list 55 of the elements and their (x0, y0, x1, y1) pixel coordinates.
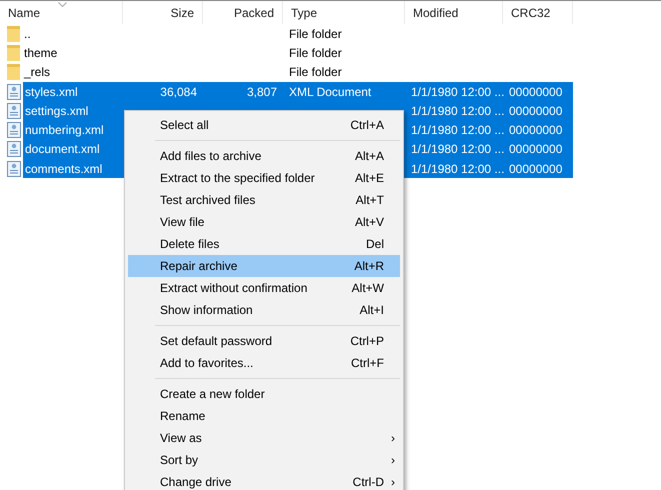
table-cell: 00000000 (509, 123, 562, 138)
folder-icon (7, 26, 20, 42)
table-cell: File folder (289, 46, 342, 60)
file-name[interactable]: .. (22, 24, 123, 44)
folder-icon (7, 64, 20, 80)
menu-item[interactable]: View as › (128, 427, 400, 449)
column-header[interactable]: Name (8, 6, 40, 20)
table-cell: 36,084 (160, 84, 197, 99)
menu-item[interactable]: Extract to the specified folder Alt+E (128, 167, 400, 189)
file-name[interactable]: _rels (22, 62, 123, 82)
menu-item[interactable]: Show information Alt+I (128, 299, 400, 321)
table-cell: 3,807 (246, 84, 277, 99)
file-name[interactable]: numbering.xml (23, 120, 123, 140)
file-name[interactable]: comments.xml (23, 159, 123, 178)
file-name[interactable]: document.xml (23, 140, 123, 160)
table-cell: 00000000 (509, 104, 562, 118)
menu-item[interactable]: Change drive Ctrl-D › (128, 471, 400, 490)
menu-item[interactable]: View file Alt+V (128, 211, 400, 233)
document-icon (7, 122, 21, 138)
file-name[interactable]: settings.xml (23, 101, 123, 120)
menu-item[interactable]: Repair archive Alt+R (128, 255, 400, 277)
table-cell: File folder (289, 26, 342, 41)
file-name[interactable]: styles.xml (23, 82, 123, 102)
menu-item[interactable]: Delete files Del (128, 233, 400, 255)
column-header[interactable]: CRC32 (511, 6, 550, 20)
table-cell: 00000000 (509, 84, 562, 99)
menu-item[interactable]: Test archived files Alt+T (128, 189, 400, 211)
table-cell: 1/1/1980 12:00 ... (411, 84, 504, 99)
column-header[interactable]: Type (291, 6, 318, 20)
document-icon (7, 102, 21, 119)
column-header[interactable]: Packed (234, 6, 274, 20)
menu-item[interactable]: Rename (128, 405, 400, 427)
document-icon (7, 141, 21, 158)
table-cell: 00000000 (509, 142, 562, 156)
menu-item[interactable]: Add to favorites... Ctrl+F (128, 352, 400, 374)
menu-item[interactable]: Extract without confirmation Alt+W (128, 277, 400, 299)
column-header[interactable]: Size (170, 6, 194, 20)
menu-item[interactable]: Select all Ctrl+A (128, 114, 400, 136)
table-cell: 1/1/1980 12:00 ... (411, 123, 504, 138)
table-cell: 1/1/1980 12:00 ... (411, 162, 504, 176)
table-cell: 00000000 (509, 162, 562, 176)
folder-icon (7, 44, 20, 61)
menu-item[interactable]: Set default password Ctrl+P (128, 330, 400, 352)
column-header[interactable]: Modified (413, 6, 458, 20)
menu-item[interactable]: Add files to archive Alt+A (128, 145, 400, 167)
table-cell: XML Document (289, 84, 372, 99)
menu-item[interactable]: Sort by › (128, 449, 400, 471)
table-cell: 1/1/1980 12:00 ... (411, 104, 504, 118)
document-icon (7, 84, 21, 100)
sort-caret-icon (58, 2, 67, 7)
menu-item[interactable]: Create a new folder (128, 383, 400, 405)
file-name[interactable]: theme (22, 43, 123, 63)
table-cell: 1/1/1980 12:00 ... (411, 142, 504, 156)
document-icon (7, 160, 21, 177)
table-cell: File folder (289, 65, 342, 80)
